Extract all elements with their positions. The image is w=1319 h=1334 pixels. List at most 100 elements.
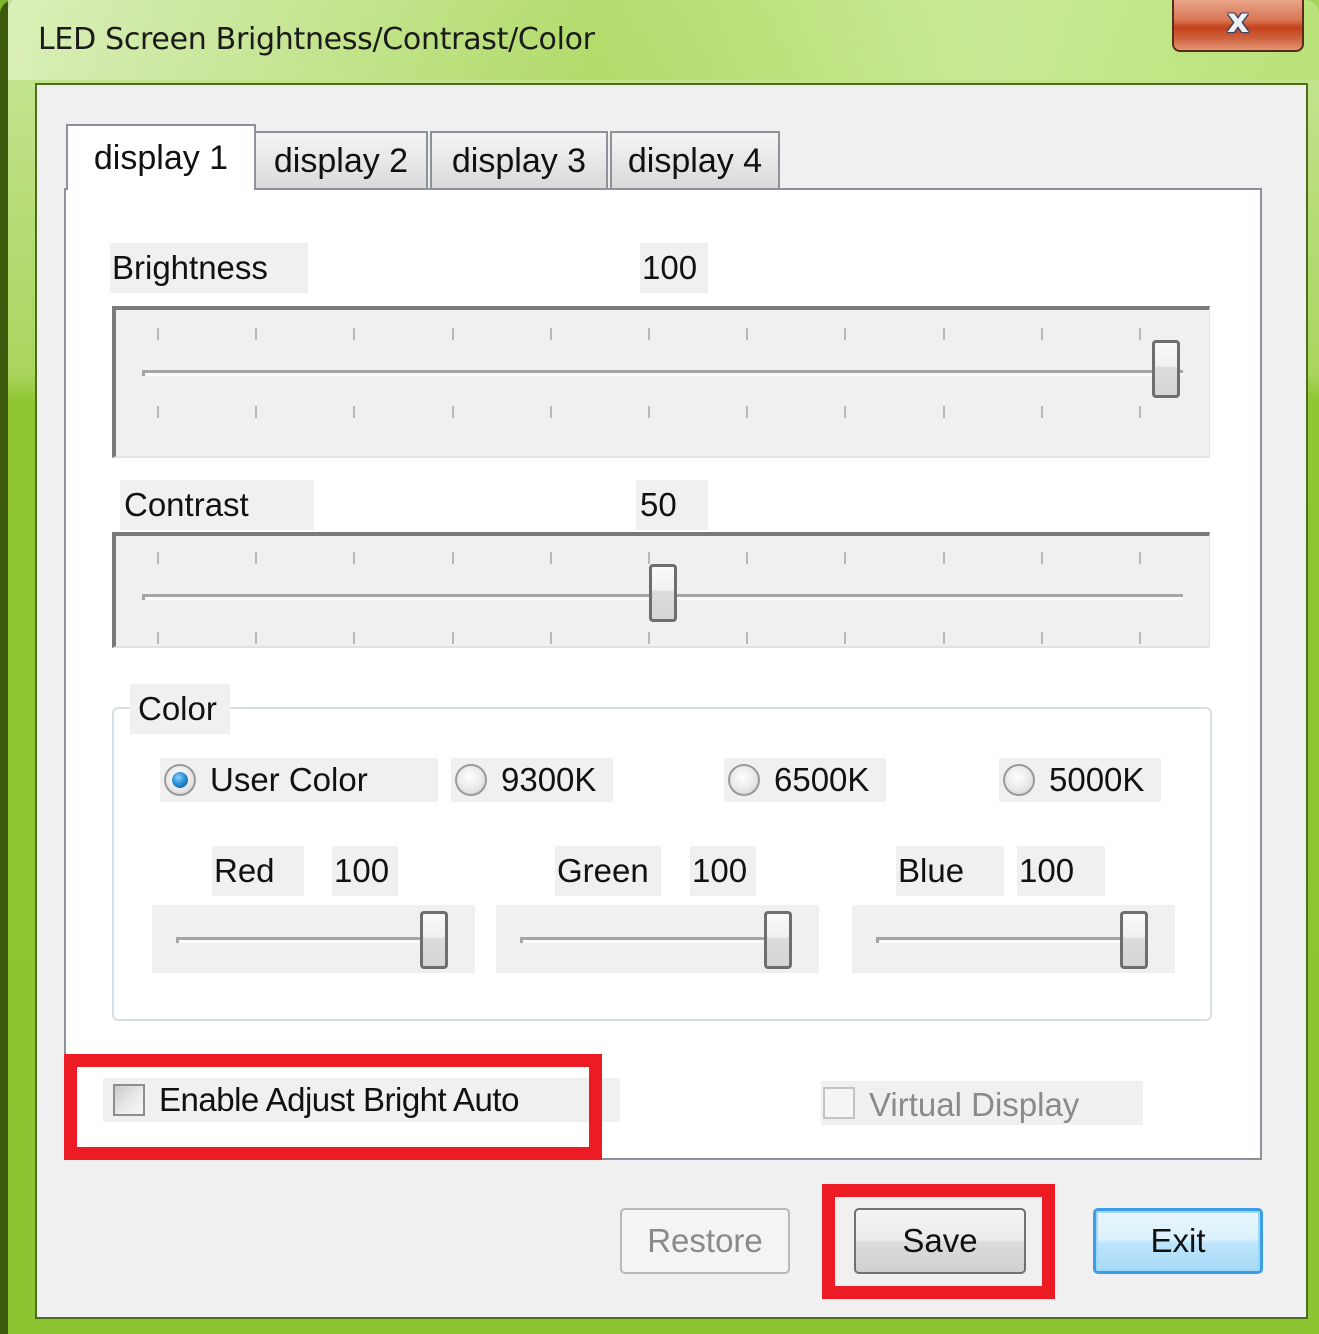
slider-tick-mark	[844, 552, 847, 564]
slider-tick-mark	[648, 406, 650, 418]
slider-tick-mark	[353, 552, 356, 564]
radio-label: 9300K	[501, 761, 597, 798]
radio-5000k[interactable]: 5000K	[999, 758, 1161, 802]
green-value: 100	[690, 846, 756, 896]
slider-tick-mark	[549, 406, 552, 418]
brightness-label: Brightness	[110, 243, 308, 293]
tab-label: display 3	[451, 141, 587, 180]
slider-tick-mark	[255, 406, 258, 418]
tab-display-2[interactable]: display 2	[254, 131, 428, 189]
radio-user-color[interactable]: User Color	[160, 758, 438, 802]
slider-tick-mark	[157, 552, 159, 564]
blue-label: Blue	[896, 846, 1004, 896]
slider-tick-mark	[746, 632, 749, 644]
slider-tick-mark	[942, 406, 945, 418]
slider-track[interactable]	[176, 937, 445, 943]
slider-tick-mark	[255, 632, 258, 644]
slider-tick-mark	[648, 552, 650, 564]
slider-tick-mark	[451, 406, 454, 418]
red-value: 100	[332, 846, 398, 896]
tab-display-4[interactable]: display 4	[610, 131, 780, 189]
tab-label: display 4	[627, 141, 763, 180]
slider-tick-mark	[353, 328, 356, 340]
blue-slider[interactable]	[852, 905, 1175, 973]
slider-tick-mark	[942, 328, 945, 340]
enable-adjust-bright-auto-checkbox[interactable]	[113, 1084, 145, 1116]
slider-tick-mark	[746, 552, 749, 564]
tab-label: display 2	[273, 141, 409, 180]
radio-label: 5000K	[1049, 761, 1145, 798]
slider-track[interactable]	[876, 937, 1145, 943]
restore-button[interactable]: Restore	[620, 1208, 790, 1274]
red-label: Red	[212, 846, 304, 896]
save-button[interactable]: Save	[854, 1208, 1026, 1274]
radio-button-icon[interactable]	[728, 764, 760, 796]
close-button[interactable]: x	[1172, 0, 1304, 52]
slider-tick-mark	[844, 632, 847, 644]
slider-tick-mark	[942, 632, 945, 644]
slider-tick-mark	[255, 328, 258, 340]
slider-tick-mark	[1139, 328, 1141, 340]
slider-tick-mark	[844, 406, 847, 418]
radio-9300k[interactable]: 9300K	[451, 758, 613, 802]
slider-tick-mark	[255, 552, 258, 564]
brightness-value: 100	[640, 243, 708, 293]
virtual-display[interactable]: Virtual Display	[821, 1081, 1143, 1125]
slider-tick-mark	[648, 328, 650, 340]
slider-tick-mark	[1139, 632, 1141, 644]
window-title: LED Screen Brightness/Contrast/Color	[38, 22, 595, 57]
tab-display-1[interactable]: display 1	[66, 124, 256, 190]
radio-label: 6500K	[774, 761, 870, 798]
checkbox-label: Virtual Display	[869, 1086, 1080, 1123]
virtual-display-checkbox[interactable]	[823, 1087, 855, 1119]
slider-tick-mark	[157, 328, 159, 340]
slider-tick-mark	[451, 552, 454, 564]
red-slider[interactable]	[152, 905, 475, 973]
exit-button[interactable]: Exit	[1093, 1208, 1263, 1274]
slider-tick-mark	[451, 632, 454, 644]
contrast-slider[interactable]	[112, 532, 1210, 648]
close-x-icon: x	[1227, 1, 1249, 41]
slider-tick-mark	[942, 552, 945, 564]
slider-tick-mark	[1040, 632, 1043, 644]
slider-tick-mark	[451, 328, 454, 340]
slider-thumb[interactable]	[649, 564, 677, 622]
enable-adjust-bright-auto[interactable]: Enable Adjust Bright Auto	[103, 1078, 620, 1122]
slider-thumb[interactable]	[764, 911, 792, 969]
slider-tick-mark	[353, 406, 356, 418]
slider-thumb[interactable]	[1152, 340, 1180, 398]
slider-tick-mark	[157, 632, 159, 644]
slider-thumb[interactable]	[1120, 911, 1148, 969]
slider-tick-mark	[1040, 328, 1043, 340]
radio-button-icon[interactable]	[455, 764, 487, 796]
slider-tick-mark	[746, 328, 749, 340]
green-slider[interactable]	[496, 905, 819, 973]
slider-tick-mark	[549, 552, 552, 564]
color-group-label: Color	[130, 684, 230, 734]
tab-label: display 1	[93, 138, 229, 177]
slider-tick-mark	[746, 406, 749, 418]
slider-tick-mark	[549, 328, 552, 340]
green-label: Green	[555, 846, 661, 896]
tab-display-3[interactable]: display 3	[430, 131, 608, 189]
radio-6500k[interactable]: 6500K	[724, 758, 886, 802]
contrast-label: Contrast	[120, 480, 314, 530]
slider-tick-mark	[844, 328, 847, 340]
slider-track[interactable]	[142, 370, 1183, 376]
slider-tick-mark	[353, 632, 356, 644]
radio-label: User Color	[210, 761, 368, 798]
slider-tick-mark	[157, 406, 159, 418]
slider-tick-mark	[1040, 406, 1043, 418]
checkbox-label: Enable Adjust Bright Auto	[159, 1081, 519, 1118]
slider-tick-mark	[1139, 552, 1141, 564]
brightness-slider[interactable]	[112, 306, 1210, 458]
slider-tick-mark	[1139, 406, 1141, 418]
radio-button-icon[interactable]	[1003, 764, 1035, 796]
slider-tick-mark	[1040, 552, 1043, 564]
slider-tick-mark	[549, 632, 552, 644]
slider-track[interactable]	[520, 937, 789, 943]
contrast-value: 50	[636, 480, 708, 530]
radio-button-icon[interactable]	[164, 764, 196, 796]
slider-thumb[interactable]	[420, 911, 448, 969]
slider-tick-mark	[648, 632, 650, 644]
